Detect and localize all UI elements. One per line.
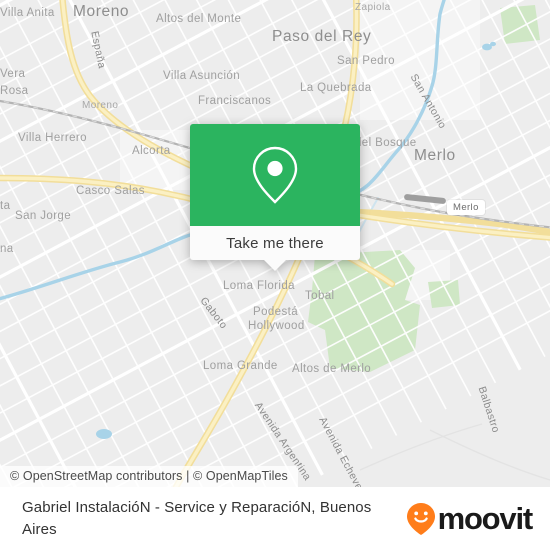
- take-me-there-button[interactable]: Take me there: [190, 226, 360, 260]
- moovit-wordmark: moovit: [437, 501, 534, 536]
- map-attribution: © OpenStreetMap contributors | © OpenMap…: [0, 466, 298, 487]
- moovit-logo[interactable]: moovit: [406, 501, 534, 536]
- callout-pointer: [264, 260, 286, 271]
- map-pin-icon: [252, 146, 298, 204]
- map-screenshot: Moreno Zapiola Altos del Monte Villa Anita P…: [0, 0, 550, 550]
- moovit-smiley-pin-icon: [406, 502, 435, 535]
- callout-icon-panel: [190, 124, 360, 226]
- take-me-there-label: Take me there: [226, 234, 324, 252]
- destination-callout-card[interactable]: Take me there: [190, 124, 360, 271]
- map-canvas[interactable]: Moreno Zapiola Altos del Monte Villa Anita P…: [0, 0, 550, 487]
- page-footer: Gabriel InstalacióN - Service y Reparaci…: [0, 487, 550, 550]
- place-title: Gabriel InstalacióN - Service y Reparaci…: [22, 498, 372, 538]
